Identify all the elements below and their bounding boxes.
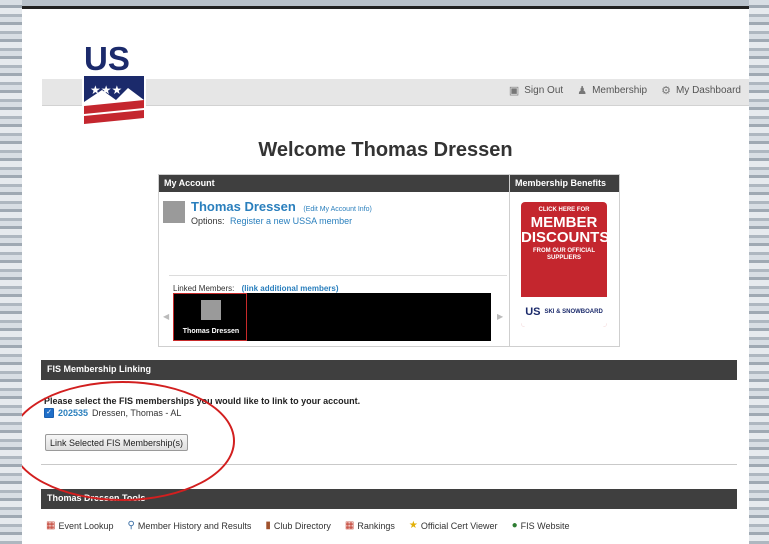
star-icon: ★ <box>408 520 418 531</box>
divider <box>169 275 507 276</box>
official-cert-viewer-link[interactable]: ★ Official Cert Viewer <box>408 520 498 532</box>
tools-bar: ▦ Event Lookup ⚲ Member History and Resu… <box>46 520 570 532</box>
user-icon: ♟ <box>577 84 588 97</box>
membership-benefits-title: Membership Benefits <box>510 175 619 192</box>
membership-link[interactable]: ♟ Membership <box>577 85 647 96</box>
background-left-edge <box>0 0 22 544</box>
my-dashboard-label: My Dashboard <box>675 85 741 96</box>
top-border <box>22 6 749 9</box>
club-directory-label: Club Directory <box>273 521 331 531</box>
promo-from-text: FROM OUR OFFICIAL SUPPLIERS <box>533 248 595 261</box>
account-options: Options: Register a new USSA member <box>191 216 352 226</box>
rankings-label: Rankings <box>357 521 395 531</box>
membership-label: Membership <box>592 85 648 96</box>
membership-benefits-panel: Membership Benefits CLICK HERE FOR MEMBE… <box>509 174 620 347</box>
promo-member-text: MEMBER <box>530 214 598 231</box>
linked-member-tile[interactable]: Thomas Dressen <box>173 293 247 341</box>
account-name-text: Thomas Dressen <box>191 199 296 214</box>
link-additional-members-link[interactable]: (link additional members) <box>242 284 339 293</box>
club-directory-link[interactable]: ▮ Club Directory <box>265 520 331 532</box>
promo-brand-text: SKI & SNOWBOARD <box>544 308 603 315</box>
official-cert-viewer-label: Official Cert Viewer <box>420 521 498 531</box>
rankings-link[interactable]: ▦ Rankings <box>344 520 395 532</box>
promo-footer: US SKI & SNOWBOARD <box>521 297 607 327</box>
member-avatar <box>201 300 221 320</box>
calendar-icon: ▦ <box>46 520 56 531</box>
welcome-heading: Welcome Thomas Dressen <box>258 139 513 161</box>
sign-out-link[interactable]: ▣ Sign Out <box>509 85 563 96</box>
us-ski-logo[interactable]: US ★★★ <box>82 42 146 126</box>
linked-members-row: Linked Members: (link additional members… <box>173 284 339 293</box>
promo-click-text: CLICK HERE FOR <box>538 207 590 213</box>
logo-text: US <box>84 42 130 77</box>
globe-icon: ● <box>511 520 518 531</box>
my-account-title: My Account <box>159 175 519 192</box>
member-discounts-banner[interactable]: CLICK HERE FOR MEMBER DISCOUNTS FROM OUR… <box>521 202 610 327</box>
linked-members-carousel: Thomas Dressen <box>173 293 491 341</box>
fis-linking-header: FIS Membership Linking <box>41 360 737 380</box>
register-member-link[interactable]: Register a new USSA member <box>230 216 352 226</box>
top-nav-bar: ▣ Sign Out ♟ Membership ⚙ My Dashboard <box>42 79 749 106</box>
magnifier-icon: ⚲ <box>127 520 135 531</box>
fis-website-link[interactable]: ● FIS Website <box>511 520 570 532</box>
carousel-next-icon[interactable]: ▶ <box>497 312 503 321</box>
account-name: Thomas Dressen (Edit My Account Info) <box>191 199 372 214</box>
edit-account-link[interactable]: (Edit My Account Info) <box>303 206 371 213</box>
carousel-prev-icon[interactable]: ◀ <box>163 312 169 321</box>
member-history-label: Member History and Results <box>137 521 252 531</box>
my-dashboard-link[interactable]: ⚙ My Dashboard <box>661 85 741 96</box>
member-history-link[interactable]: ⚲ Member History and Results <box>127 520 252 532</box>
gear-icon: ⚙ <box>661 84 671 97</box>
sign-out-label: Sign Out <box>524 85 564 96</box>
calendar-icon: ▦ <box>344 520 355 531</box>
linked-member-name: Thomas Dressen <box>182 328 240 335</box>
options-label: Options: <box>191 216 225 226</box>
promo-discounts-text: DISCOUNTS <box>521 229 610 246</box>
red-annotation-circle <box>22 381 235 501</box>
avatar <box>163 201 185 223</box>
fis-website-label: FIS Website <box>520 521 570 531</box>
book-icon: ▮ <box>265 520 271 531</box>
background-right-edge <box>749 0 769 544</box>
nav-items: ▣ Sign Out ♟ Membership ⚙ My Dashboard <box>509 85 741 96</box>
lock-icon: ▣ <box>508 84 520 97</box>
linked-members-label: Linked Members: <box>173 284 235 293</box>
page: ▣ Sign Out ♟ Membership ⚙ My Dashboard U… <box>22 6 749 544</box>
promo-us-logo: US <box>525 306 541 318</box>
event-lookup-label: Event Lookup <box>58 521 114 531</box>
event-lookup-link[interactable]: ▦ Event Lookup <box>46 520 114 532</box>
my-account-panel: My Account Thomas Dressen (Edit My Accou… <box>158 174 520 347</box>
